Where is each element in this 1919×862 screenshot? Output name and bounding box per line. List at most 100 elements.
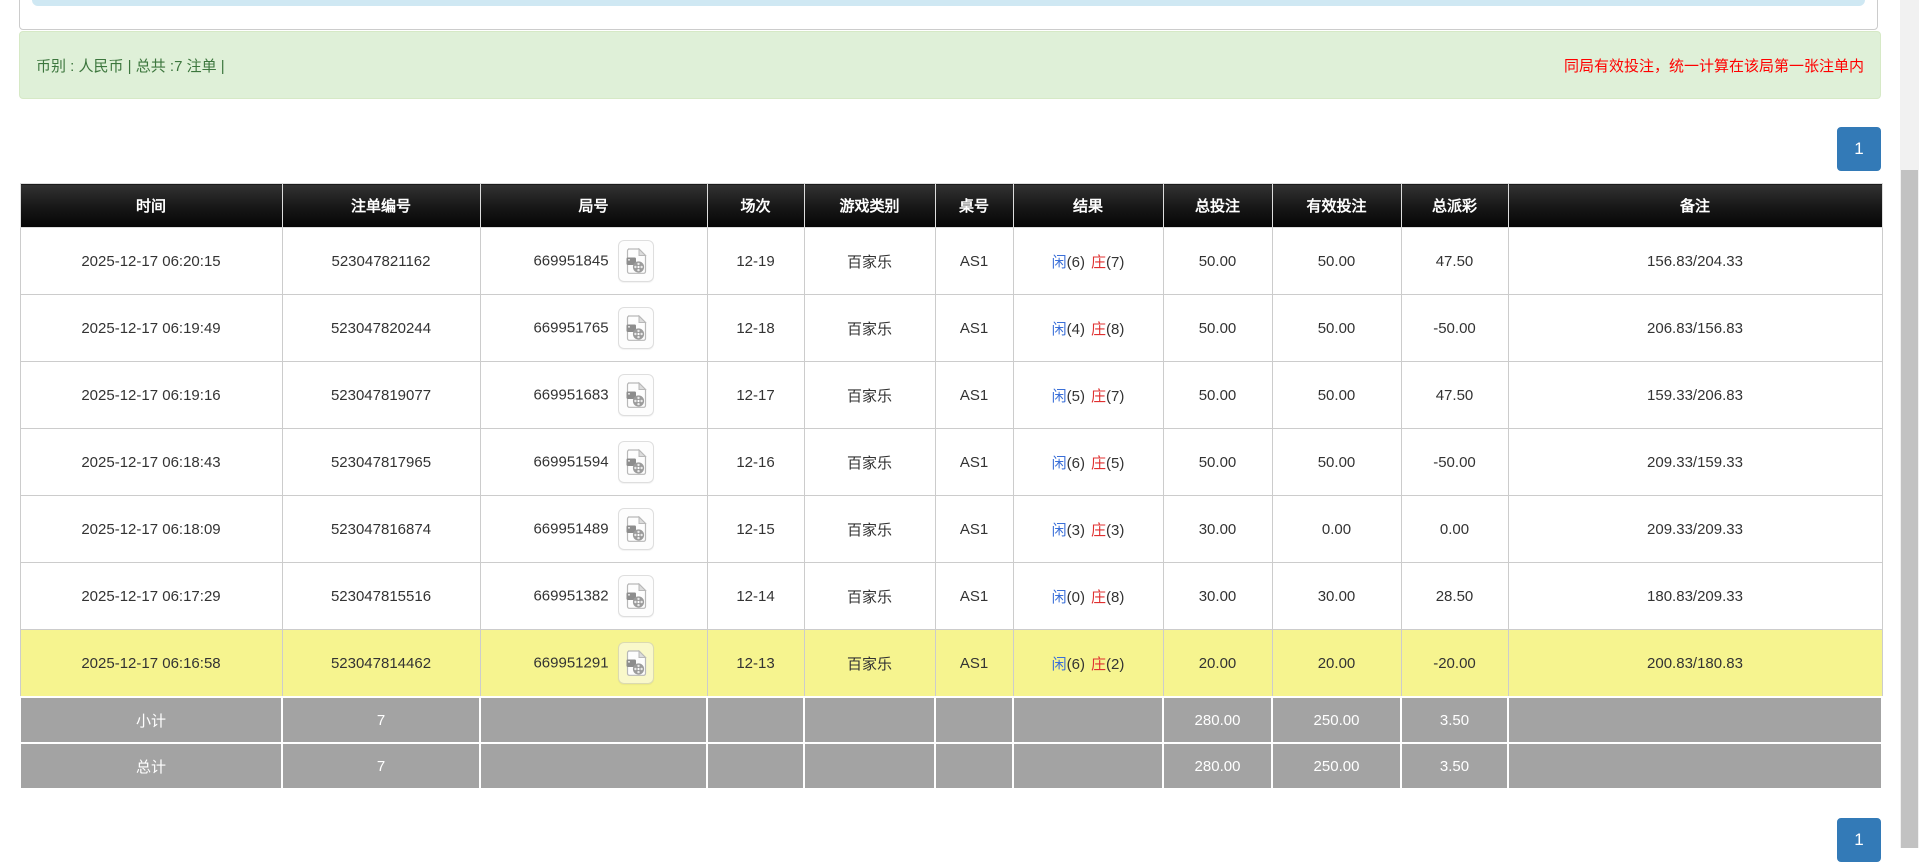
player-label: 闲 (1051, 253, 1067, 271)
session-cell: 12-17 (706, 361, 805, 429)
table-row: 2025-12-17 06:20:15 523047821162 6699518… (19, 227, 1883, 295)
banker-score: (3) (1106, 521, 1125, 539)
header-payout: 总派彩 (1400, 183, 1509, 228)
video-replay-button[interactable] (617, 508, 654, 550)
page-button-1[interactable]: 1 (1837, 127, 1881, 171)
valid-bet-cell: 30.00 (1271, 562, 1402, 630)
table-row: 2025-12-17 06:17:29 523047815516 6699513… (19, 562, 1883, 630)
game-type-cell: 百家乐 (803, 227, 936, 295)
summary-banner: 币别 : 人民币 | 总共 :7 注单 | 同局有效投注，统一计算在该局第一张注… (19, 31, 1881, 99)
player-label: 闲 (1051, 655, 1067, 673)
player-label: 闲 (1051, 387, 1067, 405)
bet-id-cell: 523047817965 (281, 428, 481, 496)
video-replay-button[interactable] (617, 642, 654, 684)
currency-summary-text: 币别 : 人民币 | 总共 :7 注单 | (36, 57, 225, 75)
banker-score: (7) (1106, 253, 1125, 271)
valid-bet-cell: 50.00 (1271, 361, 1402, 429)
pagination-bottom: 1 (1837, 818, 1881, 862)
total-bet-cell: 50.00 (1162, 361, 1273, 429)
player-label: 闲 (1051, 521, 1067, 539)
total-bet-cell: 30.00 (1162, 562, 1273, 630)
bet-id-cell: 523047820244 (281, 294, 481, 362)
player-score: (6) (1066, 253, 1085, 271)
vertical-scrollbar[interactable] (1900, 0, 1919, 848)
page-button-1-bottom[interactable]: 1 (1837, 818, 1881, 862)
game-id-text: 669951291 (533, 654, 609, 672)
game-id-cell: 669951594 (479, 428, 708, 496)
table-row: 2025-12-17 06:16:58 523047814462 6699512… (19, 629, 1883, 698)
valid-bet-cell: 20.00 (1271, 629, 1402, 698)
header-game-id: 局号 (479, 183, 708, 228)
panel-header-strip (32, 0, 1865, 6)
video-replay-button[interactable] (617, 307, 654, 349)
remark-cell: 209.33/209.33 (1507, 495, 1883, 563)
game-id-cell: 669951845 (479, 227, 708, 295)
film-file-icon (626, 248, 647, 274)
header-game-type: 游戏类别 (803, 183, 936, 228)
film-file-icon (626, 315, 647, 341)
banker-score: (8) (1106, 588, 1125, 606)
payout-cell: -20.00 (1400, 629, 1509, 698)
video-replay-button[interactable] (617, 575, 654, 617)
remark-cell: 206.83/156.83 (1507, 294, 1883, 362)
valid-bet-cell: 0.00 (1271, 495, 1402, 563)
subtotal-valid-bet: 250.00 (1271, 696, 1402, 744)
result-cell: 闲(5) 庄(7) (1012, 361, 1164, 429)
total-bet-cell: 50.00 (1162, 227, 1273, 295)
table-no-cell: AS1 (934, 629, 1014, 698)
game-type-cell: 百家乐 (803, 294, 936, 362)
banker-score: (7) (1106, 387, 1125, 405)
game-id-cell: 669951683 (479, 361, 708, 429)
player-score: (4) (1066, 320, 1085, 338)
pagination-top: 1 (1837, 127, 1881, 171)
game-type-cell: 百家乐 (803, 495, 936, 563)
game-id-cell: 669951489 (479, 495, 708, 563)
total-bet-cell: 50.00 (1162, 428, 1273, 496)
game-id-text: 669951594 (533, 453, 609, 471)
result-cell: 闲(4) 庄(8) (1012, 294, 1164, 362)
table-row: 2025-12-17 06:19:16 523047819077 6699516… (19, 361, 1883, 429)
scrollbar-thumb[interactable] (1901, 170, 1918, 848)
table-no-cell: AS1 (934, 428, 1014, 496)
session-cell: 12-15 (706, 495, 805, 563)
valid-bet-cell: 50.00 (1271, 428, 1402, 496)
banker-label: 庄 (1091, 521, 1107, 539)
player-score: (6) (1066, 655, 1085, 673)
time-cell: 2025-12-17 06:19:49 (19, 294, 283, 362)
header-remark: 备注 (1507, 183, 1883, 228)
total-count: 7 (281, 742, 481, 790)
bet-id-cell: 523047814462 (281, 629, 481, 698)
game-id-text: 669951765 (533, 319, 609, 337)
table-no-cell: AS1 (934, 294, 1014, 362)
video-replay-button[interactable] (617, 441, 654, 483)
banker-label: 庄 (1091, 320, 1107, 338)
result-cell: 闲(6) 庄(5) (1012, 428, 1164, 496)
table-row: 2025-12-17 06:19:49 523047820244 6699517… (19, 294, 1883, 362)
player-score: (3) (1066, 521, 1085, 539)
subtotal-payout: 3.50 (1400, 696, 1509, 744)
banker-label: 庄 (1091, 588, 1107, 606)
film-file-icon (626, 382, 647, 408)
game-type-cell: 百家乐 (803, 629, 936, 698)
header-total-bet: 总投注 (1162, 183, 1273, 228)
bet-records-table: 时间 注单编号 局号 场次 游戏类别 桌号 结果 总投注 有效投注 总派彩 备注… (19, 183, 1883, 790)
game-id-cell: 669951382 (479, 562, 708, 630)
video-replay-button[interactable] (617, 374, 654, 416)
game-id-cell: 669951765 (479, 294, 708, 362)
remark-cell: 200.83/180.83 (1507, 629, 1883, 698)
table-no-cell: AS1 (934, 562, 1014, 630)
subtotal-row: 小计 7 280.00 250.00 3.50 (19, 696, 1883, 744)
result-cell: 闲(6) 庄(7) (1012, 227, 1164, 295)
header-result: 结果 (1012, 183, 1164, 228)
total-payout: 3.50 (1400, 742, 1509, 790)
bet-id-cell: 523047821162 (281, 227, 481, 295)
game-id-text: 669951382 (533, 587, 609, 605)
game-id-text: 669951845 (533, 252, 609, 270)
header-session: 场次 (706, 183, 805, 228)
remark-cell: 159.33/206.83 (1507, 361, 1883, 429)
video-replay-button[interactable] (617, 240, 654, 282)
result-cell: 闲(0) 庄(8) (1012, 562, 1164, 630)
subtotal-count: 7 (281, 696, 481, 744)
result-cell: 闲(6) 庄(2) (1012, 629, 1164, 698)
session-cell: 12-14 (706, 562, 805, 630)
